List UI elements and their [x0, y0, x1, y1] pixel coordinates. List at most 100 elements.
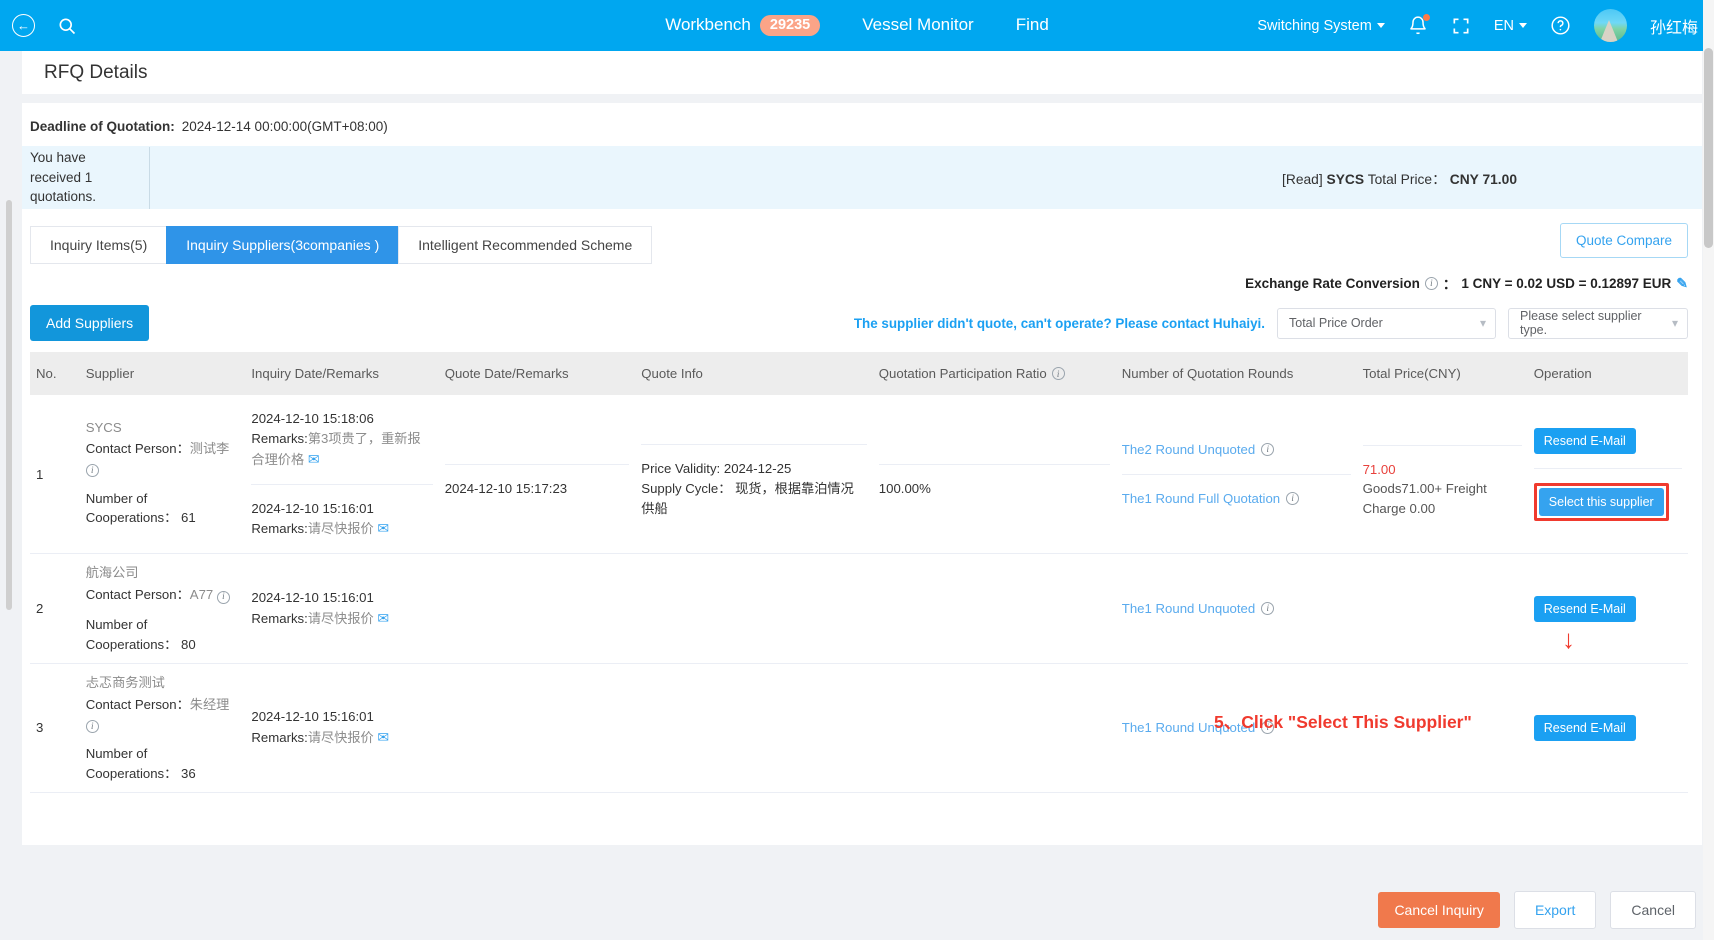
cell-total-price [1356, 553, 1528, 664]
contact-support-message[interactable]: The supplier didn't quote, can't operate… [854, 316, 1265, 331]
deadline-label: Deadline of Quotation: [30, 119, 175, 134]
info-icon[interactable]: i [1051, 367, 1065, 380]
resend-email-button[interactable]: Resend E-Mail [1533, 714, 1636, 741]
page-container: RFQ Details Deadline of Quotation: 2024-… [0, 51, 1714, 940]
quote-info [641, 714, 866, 742]
inquiry-date: 2024-12-10 15:16:01 [251, 500, 374, 516]
info-icon[interactable]: i [1286, 492, 1300, 506]
operation: Resend E-Mail [1533, 701, 1682, 755]
inquiry-date-remarks: 2024-12-10 15:16:01 Remarks:请尽快报价 ✉ [251, 693, 432, 762]
search-icon[interactable] [57, 16, 77, 36]
mail-icon[interactable]: ✉ [377, 610, 389, 626]
inquiry-date-remarks: 2024-12-10 15:18:06 Remarks:第3项贵了，重新报合理价格… [251, 395, 433, 485]
supplier-contact-person: Contact Person：朱经理 i [85, 695, 240, 735]
tab-intelligent-recommended-scheme[interactable]: Intelligent Recommended Scheme [398, 226, 653, 264]
avatar[interactable] [1593, 9, 1627, 42]
cell-quote-date [438, 663, 636, 793]
quotation-round-link[interactable]: The1 Round Unquoted [1122, 599, 1255, 619]
info-icon[interactable]: i [1424, 276, 1438, 290]
resend-email-button[interactable]: Resend E-Mail [1533, 595, 1636, 622]
quote-info [641, 595, 866, 623]
quotation-notice-bar: You have received 1 quotations. [Read] S… [22, 146, 1702, 209]
select-supplier-highlight: Select this supplier [1533, 482, 1669, 521]
tabs-row: Inquiry Items(5) Inquiry Suppliers(3comp… [22, 209, 1702, 264]
quote-info [641, 416, 867, 445]
panel-scrollbar-thumb[interactable] [6, 200, 12, 610]
nav-vessel-monitor[interactable]: Vessel Monitor [862, 15, 974, 35]
edit-pencil-icon[interactable]: ✎ [1676, 275, 1688, 292]
cell-operation: Resend E-Mail [1527, 663, 1688, 793]
fullscreen-icon[interactable] [1451, 16, 1471, 36]
info-icon[interactable]: i [216, 590, 230, 604]
switching-system-menu[interactable]: Switching System [1257, 18, 1385, 34]
notification-bell-icon[interactable] [1408, 14, 1430, 36]
top-navigation-bar: ← Workbench 29235 Vessel Monitor Find Sw… [0, 0, 1714, 51]
cell-participation-ratio: 100.00% [872, 395, 1116, 555]
table-row: 1 SYCS Contact Person：测试李 i Number of Coope… [30, 395, 1688, 555]
cell-quote-info [635, 663, 873, 793]
page-scrollbar-track[interactable] [1703, 0, 1714, 940]
language-selector[interactable]: EN [1494, 18, 1527, 34]
quotation-round: The1 Round Full Quotation i [1122, 475, 1351, 523]
suppliers-table-head: No. Supplier Inquiry Date/Remarks Quote … [30, 352, 1688, 395]
table-header-row: No. Supplier Inquiry Date/Remarks Quote … [30, 352, 1688, 395]
cancel-inquiry-button[interactable]: Cancel Inquiry [1378, 892, 1500, 928]
quote-date-value: 2024-12-10 15:17:23 [444, 480, 568, 496]
quote-info: Price Validity: 2024-12-25 Supply Cycle： … [641, 445, 866, 532]
user-name-label[interactable]: 孙红梅 [1650, 14, 1698, 38]
quotation-round-link[interactable]: The1 Round Unquoted [1122, 718, 1255, 738]
participation-ratio [878, 436, 1110, 465]
operation: Select this supplier [1533, 469, 1682, 535]
cell-no: 2 [30, 553, 80, 664]
deadline-value: 2024-12-14 00:00:00(GMT+08:00) [181, 119, 388, 134]
total-price: 71.00 Goods71.00+ Freight Charge 0.00 [1363, 446, 1522, 532]
cell-operation: Resend E-Mail Select this supplier [1527, 395, 1688, 555]
topbar-right-group: Switching System EN 孙红梅 [1257, 9, 1714, 42]
notice-total-price-label: Total Price： [1367, 171, 1446, 187]
add-suppliers-button[interactable]: Add Suppliers [30, 305, 150, 341]
quote-info-line-0: Price Validity: 2024-12-25 [641, 461, 792, 476]
tab-inquiry-items[interactable]: Inquiry Items(5) [30, 226, 168, 264]
inquiry-date: 2024-12-10 15:16:01 [251, 709, 374, 725]
info-icon[interactable]: i [1261, 602, 1275, 616]
export-button[interactable]: Export [1513, 891, 1597, 929]
nav-find[interactable]: Find [1016, 15, 1049, 35]
th-no-label: No. [36, 366, 57, 381]
quotation-round-link[interactable]: The2 Round Unquoted [1122, 440, 1255, 460]
cell-inquiry-date: 2024-12-10 15:16:01 Remarks:请尽快报价 ✉ [245, 553, 439, 664]
info-icon[interactable]: i [85, 719, 99, 733]
cell-quote-info [635, 553, 873, 664]
supplier-type-select[interactable]: Please select supplier type. ▾ [1508, 307, 1688, 339]
quote-date [445, 714, 630, 742]
select-this-supplier-button[interactable]: Select this supplier [1538, 487, 1664, 516]
chevron-down-icon [1518, 23, 1527, 28]
mail-icon[interactable]: ✉ [377, 729, 389, 745]
deadline-row: Deadline of Quotation: 2024-12-14 00:00:… [22, 103, 1702, 146]
nav-workbench[interactable]: Workbench 29235 [665, 14, 821, 37]
page-scrollbar-thumb[interactable] [1704, 48, 1713, 248]
back-arrow-icon[interactable]: ← [12, 14, 35, 37]
help-circle-icon[interactable] [1550, 15, 1571, 36]
nav-vessel-monitor-label: Vessel Monitor [862, 15, 974, 35]
resend-email-button[interactable]: Resend E-Mail [1533, 427, 1636, 454]
quote-date [444, 436, 630, 465]
cancel-button[interactable]: Cancel [1610, 891, 1696, 929]
tab-inquiry-suppliers[interactable]: Inquiry Suppliers(3companies ) [166, 226, 400, 264]
info-icon[interactable]: i [85, 464, 99, 478]
th-operation-label: Operation [1533, 366, 1592, 381]
supplier-cooperations: Number of Cooperations： 80 [85, 617, 196, 652]
th-quote-info-label: Quote Info [641, 366, 703, 381]
table-row: 2 航海公司 Contact Person：A77 i Number of Coope… [30, 553, 1688, 664]
quote-compare-button[interactable]: Quote Compare [1559, 223, 1688, 258]
supplier-type-placeholder: Please select supplier type. [1520, 309, 1642, 337]
participation-ratio [879, 595, 1110, 623]
page-footer: Cancel Inquiry Export Cancel [0, 880, 1714, 940]
mail-icon[interactable]: ✉ [308, 451, 320, 467]
inquiry-date-remarks: 2024-12-10 15:16:01 Remarks:请尽快报价 ✉ [251, 574, 432, 643]
cell-participation-ratio [872, 663, 1116, 793]
info-icon[interactable]: i [1261, 721, 1275, 735]
info-icon[interactable]: i [1261, 443, 1275, 457]
mail-icon[interactable]: ✉ [377, 520, 389, 536]
total-price-order-select[interactable]: Total Price Order ▾ [1277, 307, 1496, 339]
quotation-round-link[interactable]: The1 Round Full Quotation [1122, 489, 1280, 509]
